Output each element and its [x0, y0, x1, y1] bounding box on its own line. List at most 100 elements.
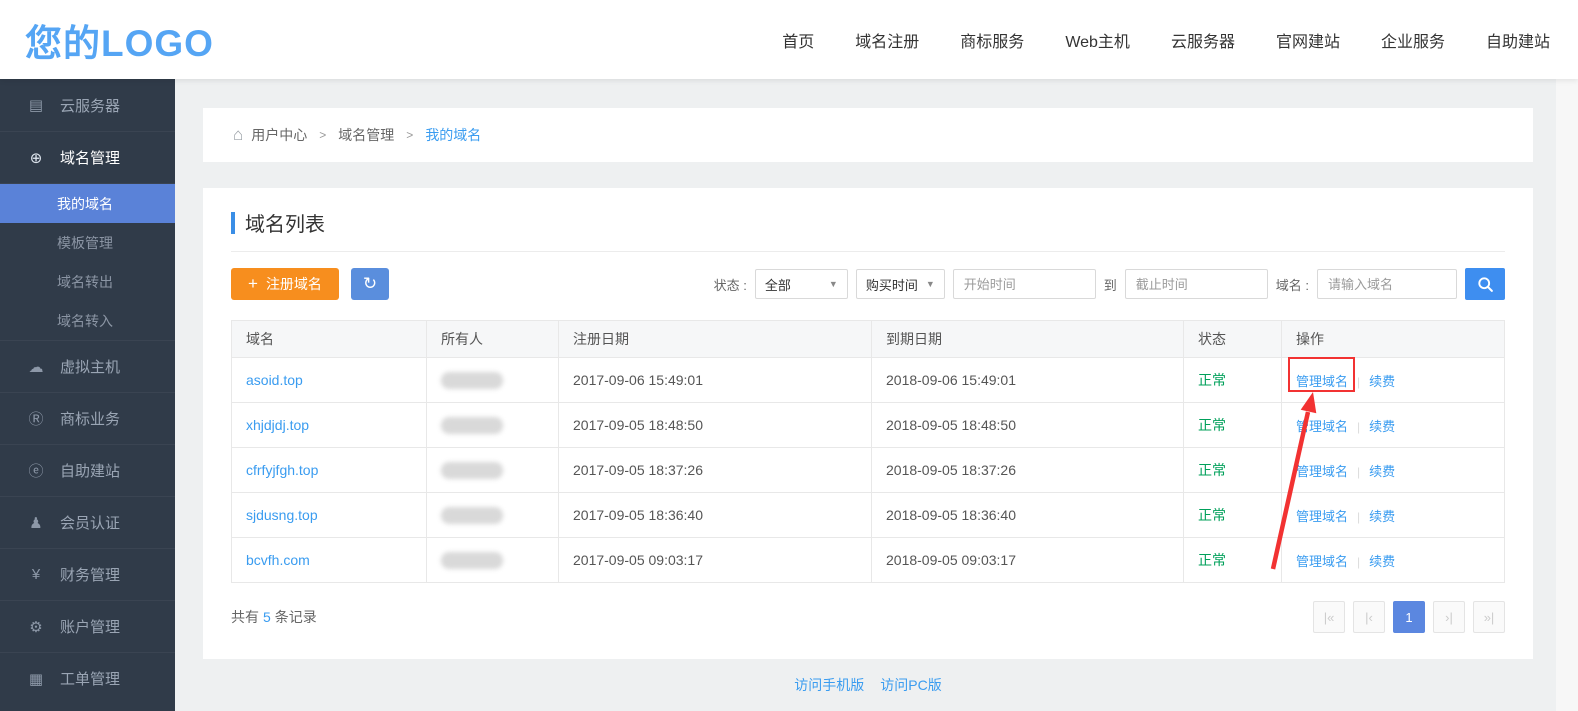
- nav-enterprise-service[interactable]: 企业服务: [1381, 28, 1445, 52]
- expire-date: 2018-09-05 18:37:26: [872, 448, 1184, 493]
- manage-domain-link[interactable]: 管理域名: [1296, 374, 1348, 389]
- status-filter-label: 状态 :: [714, 275, 747, 294]
- op-separator: |: [1357, 555, 1360, 569]
- gear-icon: ⚙: [27, 618, 45, 636]
- start-date-input[interactable]: [953, 269, 1096, 299]
- search-button[interactable]: [1465, 268, 1505, 300]
- sidebar-item-label: 工单管理: [60, 668, 120, 689]
- status-select[interactable]: 全部 ▼: [755, 269, 848, 299]
- person-icon: ♟: [27, 514, 45, 532]
- records-summary: 共有5条记录: [231, 607, 317, 627]
- table-row: sjdusng.top 2017-09-05 18:36:40 2018-09-…: [232, 493, 1505, 538]
- domain-link[interactable]: cfrfyjfgh.top: [246, 462, 318, 478]
- manage-domain-link[interactable]: 管理域名: [1296, 464, 1348, 479]
- sidebar-subitem-label: 模板管理: [57, 233, 113, 253]
- renew-link[interactable]: 续费: [1369, 419, 1395, 434]
- page-last-button[interactable]: »|: [1473, 601, 1505, 633]
- col-header-actions: 操作: [1282, 321, 1505, 358]
- sidebar-subitem-domain-transfer-out[interactable]: 域名转出: [0, 262, 175, 301]
- register-date: 2017-09-05 18:37:26: [559, 448, 872, 493]
- pc-version-link[interactable]: 访问PC版: [880, 675, 941, 695]
- sidebar-item-label: 财务管理: [60, 564, 120, 585]
- renew-link[interactable]: 续费: [1369, 509, 1395, 524]
- sidebar-item-domain-management[interactable]: ⊕ 域名管理: [0, 131, 175, 183]
- sidebar-subitem-my-domains[interactable]: 我的域名: [0, 184, 175, 223]
- globe-icon: ⊕: [27, 149, 45, 167]
- time-type-select[interactable]: 购买时间 ▼: [856, 269, 945, 299]
- page-next-button[interactable]: ›|: [1433, 601, 1465, 633]
- domain-link[interactable]: asoid.top: [246, 372, 303, 388]
- breadcrumb-user-center[interactable]: 用户中心: [251, 125, 307, 145]
- to-label: 到: [1104, 275, 1117, 294]
- nav-home[interactable]: 首页: [782, 28, 814, 52]
- sidebar-item-label: 云服务器: [60, 95, 120, 116]
- nav-trademark-service[interactable]: 商标服务: [960, 28, 1024, 52]
- sidebar-item-account-management[interactable]: ⚙ 账户管理: [0, 600, 175, 652]
- sidebar-item-ticket-management[interactable]: ▦ 工单管理: [0, 652, 175, 704]
- op-separator: |: [1357, 375, 1360, 389]
- op-separator: |: [1357, 420, 1360, 434]
- expire-date: 2018-09-05 18:36:40: [872, 493, 1184, 538]
- domain-link[interactable]: xhjdjdj.top: [246, 417, 309, 433]
- manage-domain-link[interactable]: 管理域名: [1296, 509, 1348, 524]
- refresh-button[interactable]: ↻: [351, 268, 389, 300]
- site-footer: 访问手机版 访问PC版: [203, 675, 1533, 695]
- breadcrumb-domain-management[interactable]: 域名管理: [338, 125, 394, 145]
- register-domain-label: 注册域名: [266, 274, 322, 294]
- nav-self-service-site[interactable]: 自助建站: [1486, 28, 1550, 52]
- sidebar-item-cloud-server[interactable]: ▤ 云服务器: [0, 79, 175, 131]
- page-1-button[interactable]: 1: [1393, 601, 1425, 633]
- table-row: asoid.top 2017-09-06 15:49:01 2018-09-06…: [232, 358, 1505, 403]
- sidebar-item-label: 自助建站: [60, 460, 120, 481]
- domain-submenu: 我的域名 模板管理 域名转出 域名转入: [0, 183, 175, 340]
- domain-link[interactable]: sjdusng.top: [246, 507, 318, 523]
- register-date: 2017-09-05 18:48:50: [559, 403, 872, 448]
- sidebar-subitem-label: 域名转入: [57, 311, 113, 331]
- sidebar-subitem-template-management[interactable]: 模板管理: [0, 223, 175, 262]
- records-prefix: 共有: [231, 609, 259, 625]
- register-date: 2017-09-05 18:36:40: [559, 493, 872, 538]
- owner-redacted: [441, 372, 503, 389]
- home-icon: ⌂: [233, 125, 243, 145]
- renew-link[interactable]: 续费: [1369, 464, 1395, 479]
- domain-table-wrap: 域名 所有人 注册日期 到期日期 状态 操作 asoid.top 2017-0: [231, 320, 1505, 583]
- register-domain-button[interactable]: + 注册域名: [231, 268, 339, 300]
- sidebar: ▤ 云服务器 ⊕ 域名管理 我的域名 模板管理 域名转出 域名转入 ☁ 虚拟主机: [0, 79, 175, 711]
- page-first-button[interactable]: |«: [1313, 601, 1345, 633]
- domain-list-panel: 域名列表 + 注册域名 ↻ 状态 : 全部 ▼: [203, 188, 1533, 659]
- server-icon: ▤: [27, 96, 45, 114]
- expire-date: 2018-09-05 09:03:17: [872, 538, 1184, 583]
- sidebar-item-member-verification[interactable]: ♟ 会员认证: [0, 496, 175, 548]
- sidebar-item-finance-management[interactable]: ¥ 财务管理: [0, 548, 175, 600]
- nav-web-hosting[interactable]: Web主机: [1065, 28, 1130, 52]
- manage-domain-link[interactable]: 管理域名: [1296, 419, 1348, 434]
- col-header-register-date: 注册日期: [559, 321, 872, 358]
- nav-website-building[interactable]: 官网建站: [1276, 28, 1340, 52]
- renew-link[interactable]: 续费: [1369, 374, 1395, 389]
- renew-link[interactable]: 续费: [1369, 554, 1395, 569]
- page-prev-button[interactable]: |‹: [1353, 601, 1385, 633]
- nav-cloud-server[interactable]: 云服务器: [1171, 28, 1235, 52]
- register-date: 2017-09-06 15:49:01: [559, 358, 872, 403]
- sidebar-item-virtual-host[interactable]: ☁ 虚拟主机: [0, 340, 175, 392]
- sidebar-item-site-builder[interactable]: ⓔ 自助建站: [0, 444, 175, 496]
- sidebar-item-trademark-business[interactable]: Ⓡ 商标业务: [0, 392, 175, 444]
- register-date: 2017-09-05 09:03:17: [559, 538, 872, 583]
- mobile-version-link[interactable]: 访问手机版: [794, 675, 864, 695]
- nav-domain-register[interactable]: 域名注册: [855, 28, 919, 52]
- domain-table: 域名 所有人 注册日期 到期日期 状态 操作 asoid.top 2017-0: [231, 320, 1505, 583]
- records-count: 5: [263, 609, 271, 625]
- breadcrumb-my-domains[interactable]: 我的域名: [425, 125, 481, 145]
- domain-search-input[interactable]: [1317, 269, 1457, 299]
- end-date-input[interactable]: [1125, 269, 1268, 299]
- plus-icon: +: [248, 274, 258, 294]
- status-badge: 正常: [1198, 372, 1226, 388]
- manage-domain-link[interactable]: 管理域名: [1296, 554, 1348, 569]
- col-header-domain: 域名: [232, 321, 427, 358]
- logo: 您的LOGO: [25, 13, 214, 67]
- search-icon: [1477, 276, 1494, 293]
- sidebar-subitem-domain-transfer-in[interactable]: 域名转入: [0, 301, 175, 340]
- domain-link[interactable]: bcvfh.com: [246, 552, 310, 568]
- table-row: bcvfh.com 2017-09-05 09:03:17 2018-09-05…: [232, 538, 1505, 583]
- toolbar-filters: 状态 : 全部 ▼ 购买时间 ▼ 到 域名 :: [714, 268, 1505, 300]
